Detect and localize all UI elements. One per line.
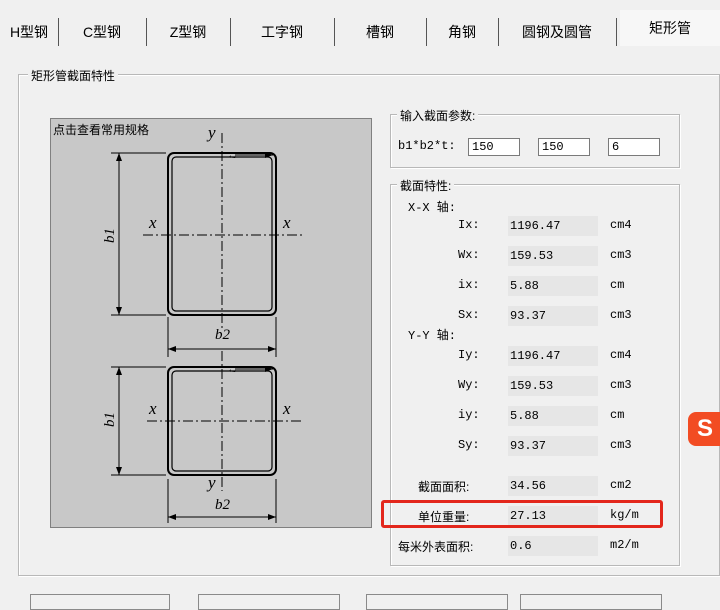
inner-rect-upper [171, 156, 273, 312]
bottom-button-3[interactable] [366, 594, 508, 610]
y-label-lower: y [208, 473, 216, 492]
radius-x-unit: cm [610, 278, 625, 292]
sogou-s-icon[interactable]: S [688, 412, 720, 446]
y-label-upper: y [208, 123, 216, 142]
tab-rect-tube[interactable]: 矩形管 [620, 10, 720, 46]
radius-y-label: iy: [458, 408, 480, 422]
yy-axis-label: Y-Y 轴: [408, 329, 457, 343]
tab-i-beam[interactable]: 工字钢 [230, 18, 335, 46]
wx-label: Wx: [458, 248, 480, 262]
b1-label-upper: b1 [102, 228, 118, 243]
ix-value: 1196.47 [508, 216, 598, 236]
input-params-title: 输入截面参数: [397, 107, 479, 124]
surface-area-unit: m2/m [610, 538, 639, 552]
bottom-button-4[interactable] [520, 594, 662, 610]
b1-input[interactable] [468, 138, 520, 156]
wx-value: 159.53 [508, 246, 598, 266]
b2-input[interactable] [538, 138, 590, 156]
ix-label: Ix: [458, 218, 480, 232]
tab-bar: H型钢 C型钢 Z型钢 工字钢 槽钢 角钢 圆钢及圆管 矩形管 [0, 0, 720, 46]
tab-channel[interactable]: 槽钢 [334, 18, 427, 46]
tab-round-pipe[interactable]: 圆钢及圆管 [498, 18, 617, 46]
bottom-button-1[interactable] [30, 594, 170, 610]
b1-label-lower: b1 [102, 412, 118, 427]
tab-h-steel[interactable]: H型钢 [0, 18, 59, 46]
x-label-left-lower: x [149, 399, 157, 418]
t-input[interactable] [608, 138, 660, 156]
wy-label: Wy: [458, 378, 480, 392]
sy-label: Sy: [458, 438, 480, 452]
surface-area-value: 0.6 [508, 536, 598, 556]
ix-unit: cm4 [610, 218, 632, 232]
x-label-right-upper: x [283, 213, 291, 232]
surface-area-label: 每米外表面积: [398, 540, 474, 554]
wy-unit: cm3 [610, 378, 632, 392]
section-properties-title: 截面特性: [397, 177, 455, 194]
xx-axis-label: X-X 轴: [408, 201, 457, 215]
sx-label: Sx: [458, 308, 480, 322]
sx-value: 93.37 [508, 306, 598, 326]
sy-value: 93.37 [508, 436, 598, 456]
radius-y-value: 5.88 [508, 406, 598, 426]
radius-x-value: 5.88 [508, 276, 598, 296]
t-label-lower: t [226, 369, 239, 373]
sy-unit: cm3 [610, 438, 632, 452]
tab-z-steel[interactable]: Z型钢 [146, 18, 231, 46]
section-drawing[interactable]: 点击查看常用规格 y x x t b1 b2 x x t b1 y b2 [50, 118, 372, 528]
radius-x-label: ix: [458, 278, 480, 292]
iy-label: Iy: [458, 348, 480, 362]
radius-y-unit: cm [610, 408, 625, 422]
sx-unit: cm3 [610, 308, 632, 322]
area-unit: cm2 [610, 478, 632, 492]
area-label: 截面面积: [418, 480, 470, 494]
wy-value: 159.53 [508, 376, 598, 396]
unit-weight-highlight [381, 500, 663, 528]
bottom-button-2[interactable] [198, 594, 340, 610]
wx-unit: cm3 [610, 248, 632, 262]
b2-label-upper: b2 [215, 327, 230, 343]
t-label-upper: t [226, 155, 239, 159]
b1b2t-label: b1*b2*t: [398, 139, 456, 153]
iy-unit: cm4 [610, 348, 632, 362]
b2-label-lower: b2 [215, 497, 230, 513]
iy-value: 1196.47 [508, 346, 598, 366]
area-value: 34.56 [508, 476, 598, 496]
tab-angle[interactable]: 角钢 [426, 18, 499, 46]
x-label-left-upper: x [149, 213, 157, 232]
section-diagram [111, 133, 303, 523]
x-label-right-lower: x [283, 399, 291, 418]
section-group-title: 矩形管截面特性 [28, 67, 119, 84]
tab-c-steel[interactable]: C型钢 [58, 18, 147, 46]
